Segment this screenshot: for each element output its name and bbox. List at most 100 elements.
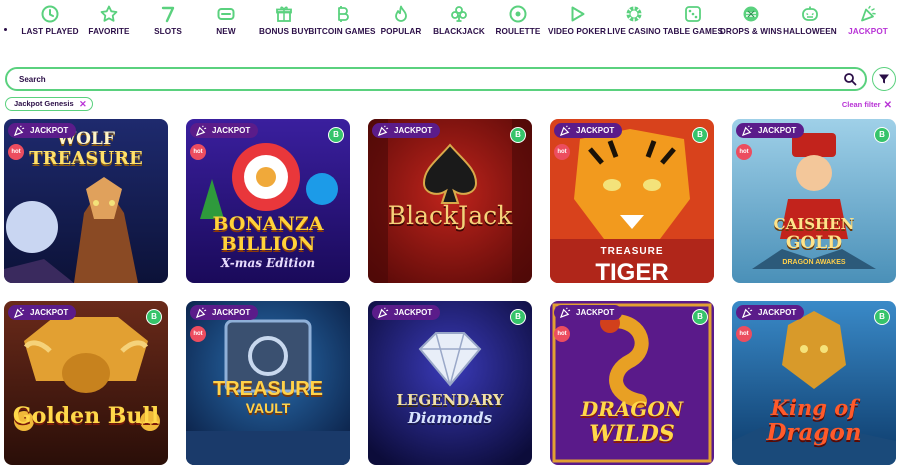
- game-title-line: DRAGON: [580, 397, 684, 421]
- pumpkin-icon: [801, 5, 819, 23]
- jackpot-badge: JACKPOT: [554, 305, 623, 320]
- search-input[interactable]: [19, 72, 819, 87]
- jackpot-badge-label: JACKPOT: [394, 126, 433, 135]
- filter-button[interactable]: [872, 67, 896, 91]
- game-card-wolf-treasure[interactable]: WOLF TREASURE JACKPOT hot: [4, 119, 168, 283]
- party-popper-icon: [742, 125, 753, 136]
- hot-badge: hot: [736, 144, 752, 160]
- jackpot-badge-label: JACKPOT: [576, 126, 615, 135]
- party-popper-icon: [378, 125, 389, 136]
- bitcoin-badge: B: [510, 309, 526, 325]
- game-title-line: VAULT: [245, 400, 291, 416]
- filter-chip-label: Jackpot Genesis: [14, 99, 74, 108]
- game-title-line: DRAGON AWAKES: [782, 259, 846, 266]
- party-popper-icon: [859, 5, 877, 23]
- party-popper-icon: [14, 125, 25, 136]
- funnel-icon: [879, 74, 889, 84]
- clean-filter-button[interactable]: Clean filter ✕: [842, 99, 892, 111]
- jackpot-badge: JACKPOT: [190, 305, 259, 320]
- roulette-icon: [509, 5, 527, 23]
- bitcoin-badge: B: [692, 309, 708, 325]
- game-card-treasure-tiger[interactable]: TREASURE TIGER JACKPOT hot B: [550, 119, 714, 283]
- jackpot-badge-label: JACKPOT: [758, 126, 797, 135]
- game-title-line: GOLD: [785, 233, 843, 253]
- game-title-line: Diamonds: [407, 409, 493, 427]
- search-icon[interactable]: [843, 72, 857, 86]
- jackpot-badge: JACKPOT: [8, 123, 77, 138]
- star-icon: [100, 5, 118, 23]
- jackpot-badge-label: JACKPOT: [30, 126, 69, 135]
- jackpot-badge: JACKPOT: [736, 123, 805, 138]
- jackpot-badge-label: JACKPOT: [758, 308, 797, 317]
- jackpot-badge: JACKPOT: [736, 305, 805, 320]
- golden-bull-artwork: [4, 301, 168, 465]
- game-card-blackjack[interactable]: BlackJack JACKPOT B: [368, 119, 532, 283]
- new-tag-icon: [217, 5, 235, 23]
- legendary-diamonds-artwork: [368, 301, 532, 465]
- party-popper-icon: [560, 125, 571, 136]
- bitcoin-badge: B: [146, 309, 162, 325]
- bitcoin-badge: B: [874, 127, 890, 143]
- game-title-line: X-mas Edition: [220, 256, 316, 270]
- clock-icon: [41, 5, 59, 23]
- party-popper-icon: [196, 125, 207, 136]
- hot-badge: hot: [190, 144, 206, 160]
- search-bar: [5, 67, 867, 91]
- close-icon: ✕: [883, 100, 892, 111]
- seven-icon: [159, 5, 177, 23]
- party-popper-icon: [742, 307, 753, 318]
- game-title-line: TREASURE: [212, 378, 323, 400]
- jackpot-badge: JACKPOT: [372, 123, 441, 138]
- gift-icon: [275, 5, 293, 23]
- hot-badge: hot: [8, 144, 24, 160]
- nav-scroll-dot: [4, 28, 7, 31]
- hot-badge: hot: [554, 144, 570, 160]
- nav-item-jackpot[interactable]: JACKPOT: [828, 5, 900, 36]
- club-icon: [450, 5, 468, 23]
- jackpot-badge-label: JACKPOT: [576, 308, 615, 317]
- game-title-line: TREASURE: [29, 148, 143, 169]
- jackpot-badge: JACKPOT: [8, 305, 77, 320]
- flame-icon: [392, 5, 410, 23]
- chip-icon: [625, 5, 643, 23]
- game-card-bonanza-billion[interactable]: BONANZA BILLION X-mas Edition JACKPOT ho…: [186, 119, 350, 283]
- game-title-line: King of: [770, 395, 858, 420]
- game-title-line: BONANZA: [212, 213, 324, 235]
- close-icon[interactable]: ✕: [79, 98, 87, 110]
- game-title-line: Dragon: [766, 419, 862, 446]
- category-nav: LAST PLAYED FAVORITE SLOTS NEW BONUS BUY…: [0, 0, 900, 52]
- game-title-line: TREASURE: [600, 246, 664, 257]
- bitcoin-badge: B: [874, 309, 890, 325]
- jackpot-badge-label: JACKPOT: [30, 308, 69, 317]
- game-card-king-of-dragon[interactable]: King of Dragon JACKPOT hot B: [732, 301, 896, 465]
- game-title-line: BILLION: [220, 233, 316, 255]
- jackpot-badge: JACKPOT: [554, 123, 623, 138]
- game-card-caishen-gold[interactable]: CAISHEN GOLD DRAGON AWAKES JACKPOT hot B: [732, 119, 896, 283]
- bitcoin-badge: B: [328, 127, 344, 143]
- game-title-line: CAISHEN: [773, 215, 855, 233]
- nav-label: JACKPOT: [848, 27, 888, 36]
- game-card-treasure-vault[interactable]: TREASURE VAULT JACKPOT hot: [186, 301, 350, 465]
- hot-badge: hot: [190, 326, 206, 342]
- game-title-line: Golden Bull: [12, 403, 160, 429]
- jackpot-badge-label: JACKPOT: [212, 126, 251, 135]
- jackpot-badge: JACKPOT: [190, 123, 259, 138]
- hot-badge: hot: [554, 326, 570, 342]
- game-card-dragon-wilds[interactable]: DRAGON WILDS JACKPOT hot B: [550, 301, 714, 465]
- hot-badge: hot: [736, 326, 752, 342]
- game-card-legendary-diamonds[interactable]: LEGENDARY Diamonds JACKPOT B: [368, 301, 532, 465]
- game-card-golden-bull[interactable]: Golden Bull JACKPOT B: [4, 301, 168, 465]
- game-title-line: WILDS: [589, 421, 675, 447]
- filter-chip: Jackpot Genesis ✕: [5, 97, 93, 111]
- bitcoin-icon: [333, 5, 351, 23]
- play-icon: [568, 5, 586, 23]
- jackpot-badge-label: JACKPOT: [394, 308, 433, 317]
- party-popper-icon: [378, 307, 389, 318]
- jackpot-badge-label: JACKPOT: [212, 308, 251, 317]
- party-popper-icon: [196, 307, 207, 318]
- dice-icon: [684, 5, 702, 23]
- game-title-line: LEGENDARY: [396, 391, 504, 409]
- drops-icon: [742, 5, 760, 23]
- game-title-line: BlackJack: [387, 201, 513, 230]
- bitcoin-badge: B: [510, 127, 526, 143]
